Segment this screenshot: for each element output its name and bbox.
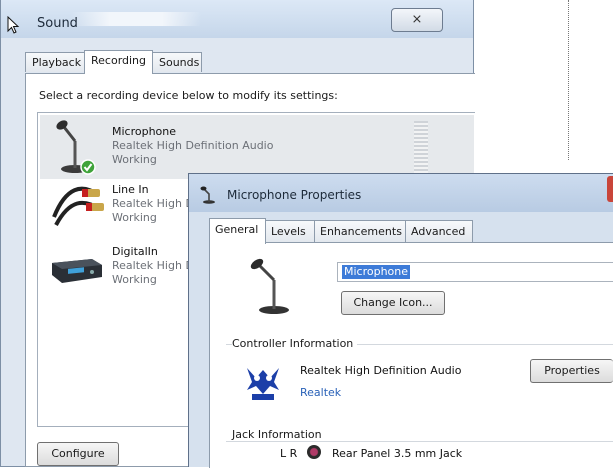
controller-vendor-link[interactable]: Realtek bbox=[300, 386, 341, 399]
device-status: Working bbox=[112, 211, 157, 224]
device-name: Microphone bbox=[112, 125, 177, 138]
device-name: DigitalIn bbox=[112, 245, 158, 258]
mouse-pointer-icon bbox=[7, 16, 20, 34]
tab-levels[interactable]: Levels bbox=[265, 220, 315, 242]
tab-advanced[interactable]: Advanced bbox=[405, 220, 473, 242]
dotted-guide bbox=[568, 0, 569, 160]
microphone-icon bbox=[250, 258, 289, 314]
microphone-icon bbox=[56, 120, 96, 175]
device-status: Working bbox=[112, 273, 157, 286]
jack-information-header: Jack Information bbox=[232, 428, 326, 441]
tab-playback[interactable]: Playback bbox=[25, 52, 85, 72]
microphone-small-icon bbox=[200, 186, 215, 204]
tab-general[interactable]: General bbox=[209, 218, 266, 244]
properties-window-title: Microphone Properties bbox=[227, 188, 362, 202]
rca-cable-icon bbox=[52, 186, 104, 226]
device-name-input[interactable]: Microphone bbox=[337, 262, 613, 282]
sound-titlebar[interactable]: Sound ⨯ bbox=[1, 0, 473, 38]
tab-advanced-label: Advanced bbox=[411, 225, 466, 238]
sound-window-title: Sound bbox=[37, 16, 78, 31]
properties-titlebar[interactable]: Microphone Properties bbox=[189, 174, 613, 212]
properties-close-button[interactable] bbox=[607, 176, 613, 202]
device-microphone[interactable]: Microphone Realtek High Definition Audio… bbox=[40, 115, 474, 179]
tab-sounds[interactable]: Sounds bbox=[152, 52, 202, 72]
tab-sounds-label: Sounds bbox=[159, 56, 200, 69]
tab-enhancements[interactable]: Enhancements bbox=[314, 220, 406, 242]
microphone-properties-window: Microphone Properties General Levels Enh… bbox=[188, 173, 613, 468]
controller-information-header: Controller Information bbox=[232, 337, 358, 350]
digital-device-icon bbox=[52, 259, 102, 283]
title-blur bbox=[71, 12, 201, 26]
controller-name: Realtek High Definition Audio bbox=[300, 364, 462, 377]
device-driver: Realtek High Definition Audio bbox=[112, 139, 274, 152]
configure-button[interactable]: Configure bbox=[37, 442, 119, 466]
close-icon: ⨯ bbox=[411, 12, 423, 27]
change-icon-button[interactable]: Change Icon... bbox=[341, 291, 445, 315]
instruction-text: Select a recording device below to modif… bbox=[39, 89, 338, 102]
jack-location: Rear Panel 3.5 mm Jack bbox=[332, 447, 463, 460]
tab-recording-label: Recording bbox=[91, 54, 147, 67]
tab-levels-label: Levels bbox=[271, 225, 306, 238]
device-status: Working bbox=[112, 153, 157, 166]
realtek-logo-icon bbox=[247, 368, 279, 400]
tab-general-label: General bbox=[215, 223, 259, 236]
device-name: Line In bbox=[112, 183, 149, 196]
tab-enhancements-label: Enhancements bbox=[320, 225, 402, 238]
jack-channels: L R bbox=[280, 447, 298, 460]
level-meter bbox=[414, 121, 428, 173]
properties-button[interactable]: Properties bbox=[530, 359, 613, 383]
jack-color-dot-icon bbox=[307, 445, 321, 459]
tab-playback-label: Playback bbox=[32, 56, 82, 69]
device-name-selected-text: Microphone bbox=[342, 265, 411, 279]
tab-recording[interactable]: Recording bbox=[84, 50, 153, 74]
jack-group-divider bbox=[226, 441, 613, 442]
close-button[interactable]: ⨯ bbox=[391, 8, 443, 32]
